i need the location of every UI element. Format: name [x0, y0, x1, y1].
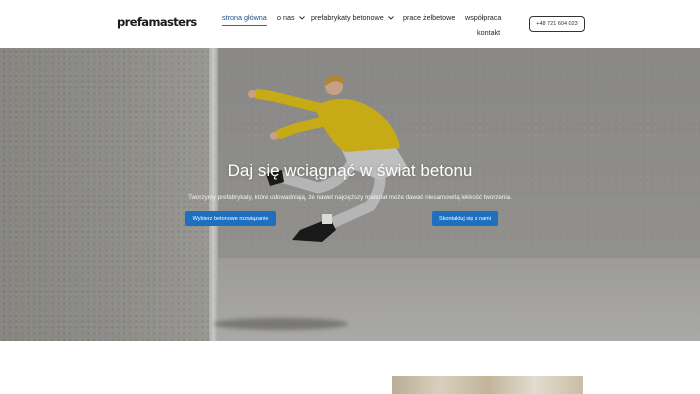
nav-item-label: współpraca	[465, 13, 502, 22]
nav-item-label: strona główna	[222, 13, 267, 22]
site-header: prefamasters strona główna o nas prefabr…	[0, 0, 700, 48]
phone-button[interactable]: +48 721 604 023	[529, 16, 585, 32]
hero-section: Daj się wciągnąć w świat betonu Tworzymy…	[0, 48, 700, 341]
hero-subtitle: Tworzymy prefabrykaty, które udowadniają…	[188, 194, 512, 201]
nav-item-home[interactable]: strona główna	[222, 13, 267, 26]
content-section	[0, 341, 700, 394]
content-image	[392, 376, 583, 394]
choose-solution-button[interactable]: Wybierz betonowe rozwiązanie	[185, 211, 276, 226]
chevron-down-icon	[387, 16, 394, 20]
nav-item-prefabs[interactable]: prefabrykaty betonowe	[311, 13, 394, 22]
nav-item-reinforced-concrete[interactable]: prace żelbetowe	[403, 13, 455, 22]
hero-title: Daj się wciągnąć w świat betonu	[227, 161, 473, 180]
active-underline	[222, 25, 267, 26]
nav-item-cooperation[interactable]: współpraca	[465, 13, 501, 22]
nav-item-about[interactable]: o nas	[277, 13, 305, 22]
nav-item-label: o nas	[277, 13, 295, 22]
nav-item-label: prefabrykaty betonowe	[311, 13, 384, 22]
contact-us-button[interactable]: Skontaktuj się z nami	[432, 211, 498, 226]
chevron-down-icon	[298, 16, 305, 20]
nav-item-contact[interactable]: kontakt	[477, 28, 500, 37]
nav-item-label: kontakt	[477, 28, 501, 37]
nav-item-label: prace żelbetowe	[403, 13, 456, 22]
logo[interactable]: prefamasters	[117, 15, 197, 29]
